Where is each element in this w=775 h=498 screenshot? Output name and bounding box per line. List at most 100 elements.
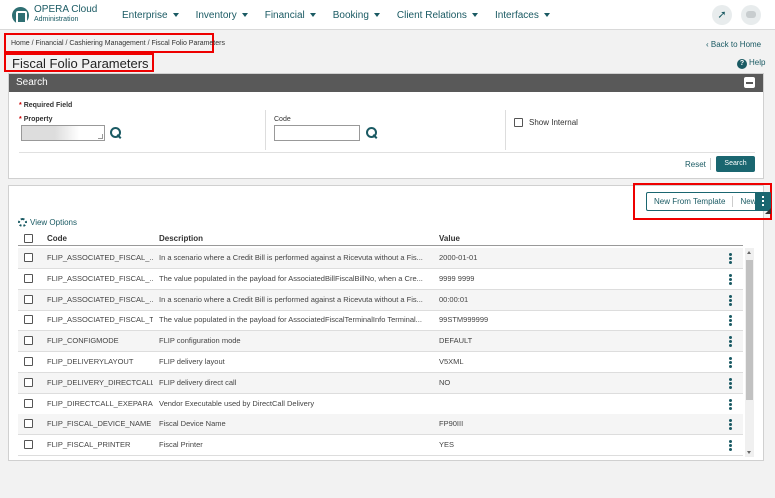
top-bar: OPERA Cloud Administration Enterprise In… bbox=[0, 0, 775, 30]
menu-label: Interfaces bbox=[494, 9, 539, 21]
help-link[interactable]: ? Help bbox=[737, 58, 765, 69]
menu-label: Client Relations bbox=[396, 9, 467, 21]
app-subtitle: Administration bbox=[34, 16, 79, 23]
cell-code: FLIP_DELIVERYLAYOUT bbox=[47, 357, 134, 366]
rocket-icon[interactable]: ➚ bbox=[712, 5, 732, 25]
table-row[interactable]: FLIP_FISCAL_PRINTER Fiscal Printer YES bbox=[18, 435, 743, 457]
menu-financial[interactable]: Financial bbox=[265, 10, 316, 21]
row-actions-kebab-icon[interactable] bbox=[729, 273, 732, 277]
menu-label: Booking bbox=[332, 9, 369, 21]
cell-code: FLIP_FISCAL_DEVICE_NAME bbox=[47, 419, 152, 429]
cell-description: Fiscal Device Name bbox=[159, 419, 226, 429]
search-icon[interactable] bbox=[110, 127, 121, 138]
back-to-home-link[interactable]: ‹ Back to Home bbox=[706, 40, 761, 49]
property-input[interactable] bbox=[21, 125, 105, 141]
cell-code: FLIP_ASSOCIATED_FISCAL_... bbox=[47, 294, 153, 304]
view-options-label: View Options bbox=[30, 218, 77, 227]
new-from-template-button[interactable]: New From Template bbox=[647, 196, 734, 207]
row-checkbox[interactable] bbox=[24, 253, 33, 262]
caret-down-icon bbox=[471, 13, 478, 17]
cell-code: FLIP_DIRECTCALL_EXEPARAM bbox=[47, 398, 153, 408]
vertical-scrollbar[interactable] bbox=[745, 248, 754, 457]
row-checkbox[interactable] bbox=[24, 357, 33, 366]
row-actions-kebab-icon[interactable] bbox=[729, 253, 732, 256]
row-actions-kebab-icon[interactable] bbox=[729, 336, 732, 340]
menu-enterprise[interactable]: Enterprise bbox=[122, 10, 179, 21]
row-actions-kebab-icon[interactable] bbox=[729, 294, 732, 298]
breadcrumb[interactable]: Home / Financial / Cashiering Management… bbox=[11, 40, 225, 47]
code-input[interactable] bbox=[274, 125, 360, 141]
table-row[interactable]: FLIP_ASSOCIATED_FISCAL_... In a scenario … bbox=[18, 289, 743, 311]
table-row[interactable]: FLIP_FISCAL_DEVICE_NAME Fiscal Device Nam… bbox=[18, 414, 743, 436]
row-checkbox[interactable] bbox=[24, 440, 33, 450]
table-row[interactable]: FLIP_DELIVERY_DIRECTCALL FLIP delivery di… bbox=[18, 372, 743, 394]
cell-code: FLIP_FISCAL_PRINTER bbox=[47, 440, 131, 450]
cell-value: V5XML bbox=[439, 357, 464, 366]
row-checkbox[interactable] bbox=[24, 398, 33, 408]
table-row[interactable]: FLIP_DIRECTCALL_EXEPARAM Vendor Executabl… bbox=[18, 394, 743, 415]
scroll-up-icon[interactable] bbox=[747, 251, 751, 254]
cell-code: FLIP_DELIVERY_DIRECTCALL bbox=[47, 377, 153, 387]
column-header-description[interactable]: Description bbox=[159, 234, 203, 243]
app-logo[interactable]: OPERA Cloud Administration bbox=[34, 5, 97, 25]
cell-description: FLIP delivery direct call bbox=[159, 377, 237, 387]
cell-description: In a scenario where a Credit Bill is per… bbox=[159, 253, 423, 262]
row-actions-kebab-icon[interactable] bbox=[729, 377, 732, 381]
column-header-value[interactable]: Value bbox=[439, 234, 460, 243]
divider bbox=[265, 110, 266, 150]
menu-booking[interactable]: Booking bbox=[333, 10, 380, 21]
property-label: * Property bbox=[19, 116, 53, 123]
show-internal-label: Show Internal bbox=[529, 118, 578, 127]
opera-logo-icon[interactable] bbox=[12, 7, 29, 24]
table-row[interactable]: FLIP_CONFIGMODE FLIP configuration mode DE… bbox=[18, 331, 743, 353]
title-highlight: Fiscal Folio Parameters bbox=[4, 53, 154, 72]
chat-icon[interactable] bbox=[741, 5, 761, 25]
cell-value: 00:00:01 bbox=[439, 294, 469, 304]
row-checkbox[interactable] bbox=[24, 273, 33, 283]
search-title: Search bbox=[16, 77, 48, 88]
divider bbox=[710, 158, 711, 170]
search-button[interactable]: Search bbox=[716, 156, 755, 172]
help-icon: ? bbox=[737, 59, 747, 69]
reset-link[interactable]: Reset bbox=[685, 160, 706, 169]
cell-description: FLIP delivery layout bbox=[159, 357, 225, 366]
menu-interfaces[interactable]: Interfaces bbox=[495, 10, 550, 21]
code-label: Code bbox=[274, 116, 291, 123]
row-actions-kebab-icon[interactable] bbox=[729, 357, 732, 360]
caret-down-icon bbox=[241, 13, 248, 17]
page-title: Fiscal Folio Parameters bbox=[12, 56, 149, 71]
menu-label: Inventory bbox=[195, 9, 237, 21]
row-checkbox[interactable] bbox=[24, 377, 33, 387]
table-row[interactable]: FLIP_ASSOCIATED_FISCAL_... The value popu… bbox=[18, 269, 743, 290]
table-row[interactable]: FLIP_ASSOCIATED_FISCAL_T... The value pop… bbox=[18, 310, 743, 332]
back-link-label: Back to Home bbox=[710, 40, 762, 49]
show-internal-checkbox[interactable] bbox=[514, 118, 523, 127]
scroll-thumb[interactable] bbox=[746, 260, 753, 400]
view-options-link[interactable]: View Options bbox=[18, 218, 77, 227]
action-button-group: New From Template New bbox=[646, 192, 771, 211]
row-checkbox[interactable] bbox=[24, 315, 33, 325]
caret-down-icon bbox=[373, 13, 380, 17]
select-all-checkbox[interactable] bbox=[24, 234, 33, 243]
row-checkbox[interactable] bbox=[24, 419, 33, 429]
row-actions-kebab-icon[interactable] bbox=[729, 419, 732, 423]
table-row[interactable]: FLIP_ASSOCIATED_FISCAL_... In a scenario … bbox=[18, 248, 743, 269]
row-actions-kebab-icon[interactable] bbox=[729, 440, 732, 444]
table-row[interactable]: FLIP_DELIVERYLAYOUT FLIP delivery layout V… bbox=[18, 352, 743, 373]
menu-inventory[interactable]: Inventory bbox=[196, 10, 248, 21]
row-checkbox[interactable] bbox=[24, 336, 33, 346]
row-actions-kebab-icon[interactable] bbox=[729, 398, 732, 402]
cell-value: 99STM999999 bbox=[439, 315, 489, 325]
collapse-icon[interactable] bbox=[744, 77, 755, 88]
kebab-icon bbox=[762, 196, 764, 198]
gear-icon bbox=[18, 218, 27, 227]
search-icon[interactable] bbox=[366, 127, 377, 138]
cell-description: In a scenario where a Credit Bill is per… bbox=[159, 294, 423, 304]
row-checkbox[interactable] bbox=[24, 294, 33, 304]
row-actions-kebab-icon[interactable] bbox=[729, 315, 732, 319]
cell-description: Fiscal Printer bbox=[159, 440, 203, 450]
scroll-down-icon[interactable] bbox=[747, 451, 751, 454]
menu-client-relations[interactable]: Client Relations bbox=[397, 10, 478, 21]
column-header-code[interactable]: Code bbox=[47, 234, 67, 243]
cell-value: FP90III bbox=[439, 419, 464, 429]
